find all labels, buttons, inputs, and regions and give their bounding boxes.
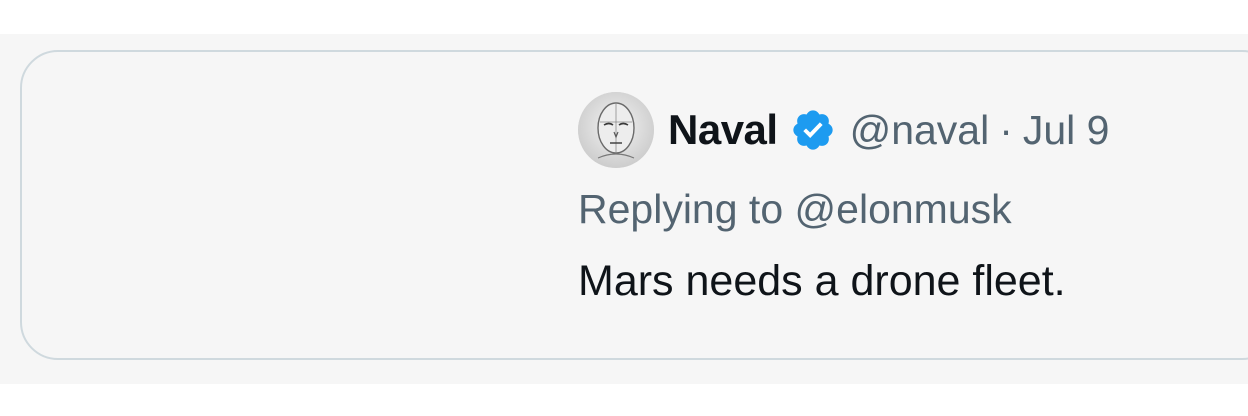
sketched-face-avatar-icon	[578, 92, 654, 168]
separator-dot: ·	[999, 106, 1013, 153]
verified-badge-icon	[790, 107, 836, 153]
replying-to-line: Replying to @elonmusk	[578, 186, 1238, 233]
tweet-date[interactable]: Jul 9	[1023, 107, 1110, 154]
screenshot-stage: Naval @naval · Jul 9 Replying to @elonmu…	[0, 0, 1248, 416]
tweet-header: Naval @naval · Jul 9	[578, 92, 1238, 168]
reply-mention-link[interactable]: @elonmusk	[795, 186, 1012, 232]
quoted-tweet-content: Naval @naval · Jul 9 Replying to @elonmu…	[578, 92, 1238, 306]
author-avatar[interactable]	[578, 92, 654, 168]
tweet-text: Mars needs a drone fleet.	[578, 257, 1066, 305]
author-handle[interactable]: @naval	[850, 107, 990, 154]
replying-to-label: Replying to	[578, 186, 784, 232]
author-name[interactable]: Naval	[668, 106, 778, 154]
